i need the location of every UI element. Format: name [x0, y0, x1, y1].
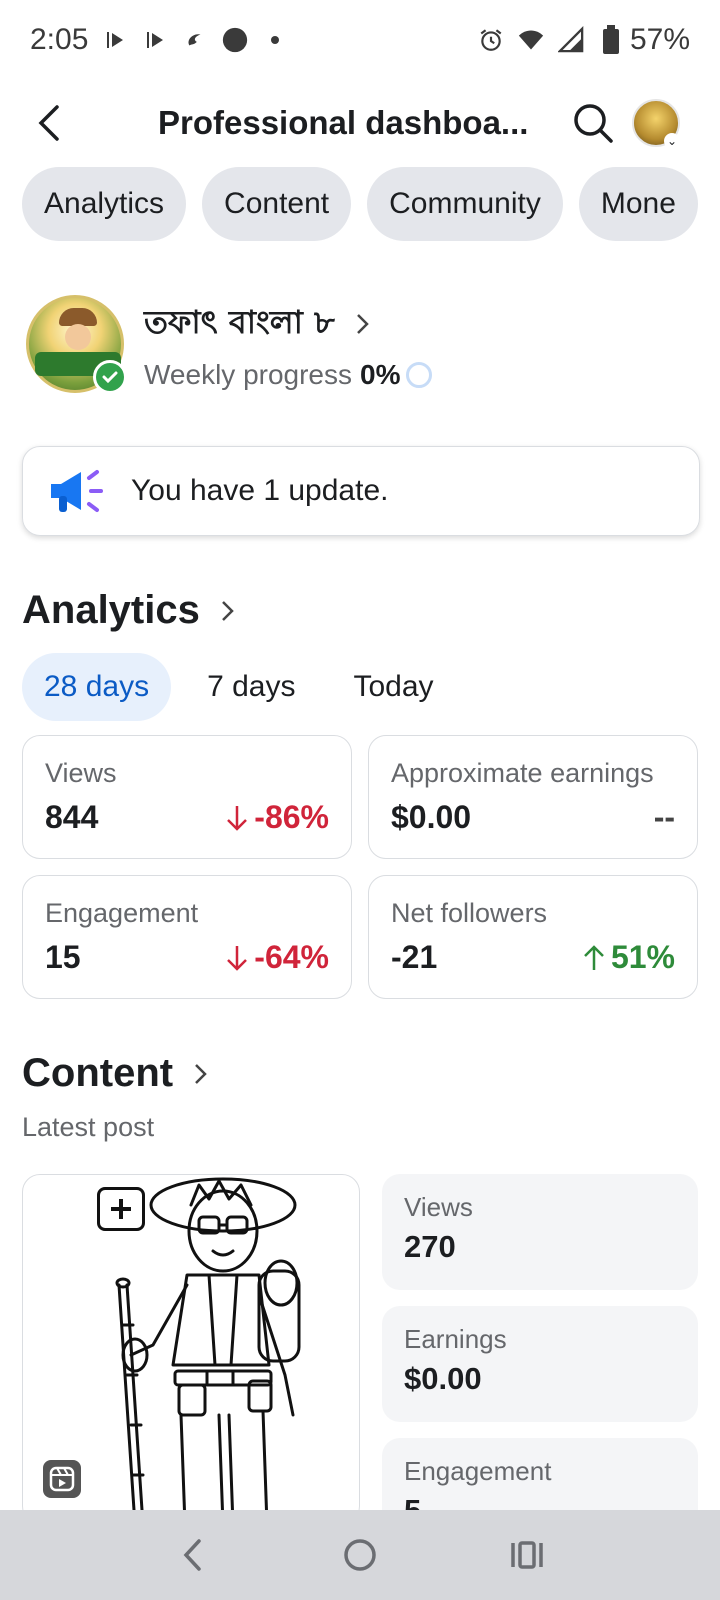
nav-home-button[interactable] [330, 1525, 390, 1585]
range-7-days[interactable]: 7 days [185, 653, 317, 721]
metric-change-value: -86% [254, 799, 329, 835]
status-right: 57% [478, 23, 690, 57]
metric-change: -64% [226, 939, 329, 976]
stat-label: Views [404, 1192, 473, 1222]
metric-change-value: 51% [610, 939, 675, 975]
profile-summary[interactable]: তফাৎ বাংলা ৮ Weekly progress 0% [26, 295, 433, 394]
chevron-down-icon: ⌄ [664, 133, 680, 149]
metric-label: Engagement [45, 898, 199, 928]
metric-row: -21 51% [391, 939, 675, 976]
metric-card-engagement[interactable]: Engagement 15 -64% [22, 875, 352, 999]
nav-back-button[interactable] [163, 1525, 223, 1585]
range-28-days[interactable]: 28 days [22, 653, 172, 721]
more-dot-icon [262, 27, 288, 53]
metric-change: -86% [226, 799, 329, 836]
page-title: Professional dashboa... [158, 104, 529, 141]
metric-row: $0.00 -- [391, 799, 675, 836]
chevron-right-icon [195, 1063, 207, 1084]
metric-change: 51% [583, 939, 675, 976]
metric-value: -21 [391, 939, 438, 975]
metric-card-views[interactable]: Views 844 -86% [22, 735, 352, 859]
metric-label: Net followers [391, 898, 548, 928]
play-notification-icon [102, 27, 128, 53]
arrow-down-icon [227, 805, 248, 831]
tab-content[interactable]: Content [202, 167, 352, 241]
back-arrow-icon [38, 105, 59, 141]
metric-change-value: -64% [254, 939, 329, 975]
weekly-progress: Weekly progress 0% [144, 359, 433, 391]
update-card[interactable]: You have 1 update. [22, 446, 700, 536]
metric-row: 15 -64% [45, 939, 329, 976]
play-notification-icon [142, 27, 168, 53]
metric-label: Approximate earnings [391, 758, 654, 788]
alarm-icon [478, 27, 504, 53]
content-title: Content [22, 1051, 174, 1095]
dashboard-tabs: Analytics Content Community Mone [22, 167, 698, 241]
progress-ring-icon [406, 362, 433, 388]
back-button[interactable] [22, 95, 78, 151]
battery-icon [598, 25, 624, 54]
megaphone-icon [51, 470, 103, 512]
circle-app-icon [222, 27, 248, 53]
stat-value: 270 [404, 1229, 456, 1264]
stat-value: $0.00 [404, 1361, 482, 1396]
metric-change-value: -- [653, 799, 675, 835]
post-stat-views: Views 270 [382, 1174, 698, 1290]
chevron-right-icon [356, 314, 369, 334]
metric-label: Views [45, 758, 117, 788]
metric-card-earnings[interactable]: Approximate earnings $0.00 -- [368, 735, 698, 859]
profile-name: তফাৎ বাংলা ৮ [144, 303, 335, 341]
metric-card-net-followers[interactable]: Net followers -21 51% [368, 875, 698, 999]
analytics-title: Analytics [22, 588, 200, 632]
chevron-right-icon [221, 600, 234, 621]
profile-avatar [26, 295, 127, 394]
metric-change: -- [654, 799, 675, 836]
search-button[interactable] [568, 98, 618, 148]
status-left: 2:05 [30, 23, 288, 57]
reel-icon [43, 1460, 81, 1498]
nav-back-icon [183, 1539, 202, 1571]
search-icon [574, 104, 613, 143]
verified-check-icon [93, 360, 127, 394]
metric-row: 844 -86% [45, 799, 329, 836]
status-time: 2:05 [30, 23, 89, 56]
time-range-selector: 28 days 7 days Today [22, 653, 456, 721]
battery-level: 57% [629, 23, 690, 56]
update-text: You have 1 update. [131, 474, 389, 507]
nav-recents-button[interactable] [497, 1525, 557, 1585]
swirl-app-icon [182, 27, 208, 53]
analytics-header[interactable]: Analytics [22, 588, 236, 633]
profile-name-row: তফাৎ বাংলা ৮ [144, 297, 432, 351]
nav-recents-icon [510, 1541, 543, 1569]
arrow-up-icon [584, 944, 604, 970]
tab-analytics[interactable]: Analytics [22, 167, 187, 241]
stat-label: Earnings [404, 1324, 507, 1354]
stat-label: Engagement [404, 1456, 552, 1486]
profile-text: তফাৎ বাংলা ৮ Weekly progress 0% [144, 297, 433, 391]
weekly-progress-value: 0% [360, 359, 401, 390]
content-header[interactable]: Content [22, 1051, 209, 1096]
avatar-face-shape [65, 324, 91, 350]
range-today[interactable]: Today [331, 653, 455, 721]
metric-value: 844 [45, 799, 99, 835]
wifi-icon [518, 27, 544, 53]
status-bar: 2:05 57% [0, 0, 720, 80]
system-nav-bar [0, 1510, 720, 1600]
signal-icon [557, 26, 584, 53]
post-stat-earnings: Earnings $0.00 [382, 1306, 698, 1422]
account-switcher-avatar[interactable]: ⌄ [632, 99, 680, 149]
add-icon [97, 1187, 145, 1231]
tab-community[interactable]: Community [367, 167, 563, 241]
tab-monetization[interactable]: Mone [578, 167, 698, 241]
top-bar: Professional dashboa... ⌄ [0, 80, 720, 166]
weekly-progress-label: Weekly progress [144, 359, 353, 390]
metric-value: $0.00 [391, 799, 472, 835]
latest-post-thumbnail[interactable] [22, 1174, 360, 1524]
nav-home-icon [344, 1539, 376, 1571]
latest-post-label: Latest post [22, 1112, 155, 1142]
arrow-down-icon [227, 945, 248, 971]
metric-value: 15 [45, 939, 81, 975]
